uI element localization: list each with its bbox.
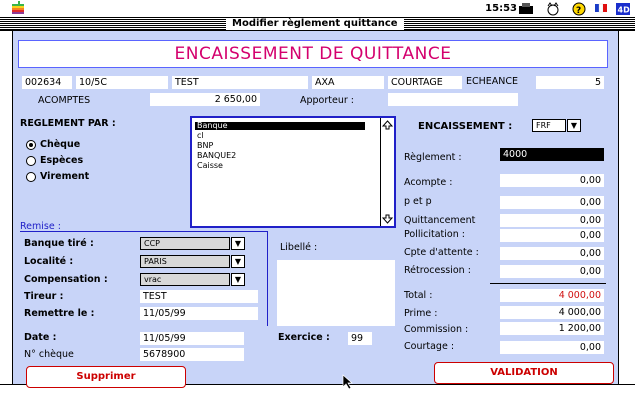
total-label: Total : (404, 290, 433, 301)
remettre-field[interactable]: 11/05/99 (140, 307, 258, 320)
prime-label: Prime : (404, 308, 438, 319)
acompte-label: Acompte : (404, 177, 453, 188)
vertical-scrollbar[interactable] (618, 31, 635, 384)
svg-text:?: ? (576, 6, 581, 16)
courtage-field[interactable]: 0,00 (500, 341, 604, 354)
apporteur-field[interactable] (388, 93, 518, 106)
localite-value: PARIS (144, 257, 167, 266)
4d-app-icon[interactable]: 4D (615, 2, 631, 16)
chevron-down-icon[interactable]: ▼ (567, 119, 581, 132)
petp-label: p et p (404, 196, 432, 207)
currency-value: FRF (536, 121, 551, 130)
mouse-cursor-icon (342, 374, 353, 390)
french-flag-icon[interactable] (593, 2, 609, 16)
attente-label: Cpte d'attente : (404, 247, 479, 258)
listbox-scrollbar[interactable] (380, 118, 394, 226)
remise-label: Remise : (20, 221, 61, 232)
compensation-dropdown[interactable]: vrac ▼ (140, 273, 245, 286)
reglement-amount-field[interactable]: 4000 (500, 148, 604, 161)
chevron-down-icon[interactable]: ▼ (231, 255, 245, 268)
radio-virement[interactable] (26, 172, 36, 182)
radio-especes-label: Espèces (40, 155, 84, 166)
exercice-field[interactable]: 99 (348, 332, 372, 345)
apple-menu-icon[interactable] (12, 1, 24, 15)
localite-dropdown[interactable]: PARIS ▼ (140, 255, 245, 268)
date-label: Date : (24, 332, 57, 343)
courtage-label: Courtage : (404, 341, 455, 352)
radio-cheque[interactable] (26, 140, 36, 150)
chevron-down-icon[interactable]: ▼ (231, 273, 245, 286)
apporteur-label: Apporteur : (300, 95, 354, 106)
menu-bar: 15:53 ? 4D (0, 0, 635, 18)
commission-field[interactable]: 1 200,00 (500, 322, 604, 335)
company-field[interactable]: AXA (312, 76, 384, 89)
page-title: ENCAISSEMENT DE QUITTANCE (18, 40, 608, 68)
scroll-up-icon[interactable] (382, 120, 393, 130)
cat-icon[interactable] (545, 2, 561, 16)
acompte-field[interactable]: 0,00 (500, 174, 604, 187)
encaissement-label: ENCAISSEMENT : (418, 121, 513, 132)
reglement-amount-label: Règlement : (404, 152, 462, 163)
quittance-ref-field[interactable]: 10/5C (76, 76, 168, 89)
acomptes-field[interactable]: 2 650,00 (150, 93, 260, 106)
total-divider (490, 283, 606, 284)
localite-label: Localité : (24, 256, 74, 267)
banque-label: Banque tiré : (24, 238, 94, 249)
banque-dropdown[interactable]: CCP ▼ (140, 237, 245, 250)
supprimer-button[interactable]: Supprimer (26, 366, 186, 388)
help-icon[interactable]: ? (571, 2, 587, 16)
banque-value: CCP (144, 239, 160, 248)
validation-button[interactable]: VALIDATION (434, 362, 614, 384)
libelle-textarea[interactable] (277, 260, 395, 326)
retrocession-label: Rétrocession : (404, 265, 471, 276)
cheque-number-field[interactable]: 5678900 (140, 348, 244, 361)
compensation-label: Compensation : (24, 274, 108, 285)
list-item[interactable]: cl (197, 132, 204, 140)
chevron-down-icon[interactable]: ▼ (231, 237, 245, 250)
echeance-label: ECHEANCE (466, 76, 519, 87)
list-item[interactable]: Caisse (197, 162, 223, 170)
svg-text:4D: 4D (618, 6, 631, 15)
tireur-field[interactable]: TEST (140, 290, 258, 303)
radio-especes[interactable] (26, 156, 36, 166)
list-item[interactable]: BNP (197, 142, 213, 150)
radio-virement-label: Virement (40, 171, 90, 182)
window-title: Modifier règlement quittance (226, 18, 404, 30)
pollicitation-label: Pollicitation : (404, 229, 465, 240)
client-name-field[interactable]: TEST (172, 76, 308, 89)
currency-dropdown[interactable]: FRF ▼ (532, 119, 581, 132)
date-field[interactable]: 11/05/99 (140, 332, 244, 345)
quittance-code-field[interactable]: 002634 (22, 76, 72, 89)
radio-cheque-label: Chèque (40, 139, 81, 150)
type-field[interactable]: COURTAGE (388, 76, 462, 89)
quittancement-field[interactable]: 0,00 (500, 214, 604, 227)
echeance-field[interactable]: 5 (536, 76, 604, 89)
tireur-label: Tireur : (24, 291, 64, 302)
exercice-label: Exercice : (278, 332, 330, 343)
commission-label: Commission : (404, 324, 469, 335)
menubar-clock: 15:53 (485, 3, 517, 14)
list-item[interactable]: Banque (195, 122, 365, 130)
compensation-value: vrac (144, 275, 162, 284)
pollicitation-field[interactable]: 0,00 (500, 229, 604, 242)
attente-field[interactable]: 0,00 (500, 247, 604, 260)
cheque-number-label: N° chèque (24, 349, 74, 360)
libelle-label: Libellé : (280, 242, 318, 253)
total-field[interactable]: 4 000,00 (500, 289, 604, 302)
reglement-par-label: REGLEMENT PAR : (20, 118, 116, 129)
remettre-label: Remettre le : (24, 308, 95, 319)
quittancement-label: Quittancement (404, 215, 476, 226)
list-item[interactable]: BANQUE2 (197, 152, 236, 160)
retrocession-field[interactable]: 0,00 (500, 265, 604, 278)
acomptes-label: ACOMPTES (38, 95, 91, 106)
window-title-bar[interactable]: Modifier règlement quittance (0, 18, 635, 31)
scroll-down-icon[interactable] (382, 214, 393, 224)
prime-field[interactable]: 4 000,00 (500, 306, 604, 319)
petp-field[interactable]: 0,00 (500, 196, 604, 209)
printer-icon[interactable] (518, 2, 534, 16)
bank-listbox[interactable]: Banque cl BNP BANQUE2 Caisse (190, 116, 396, 228)
